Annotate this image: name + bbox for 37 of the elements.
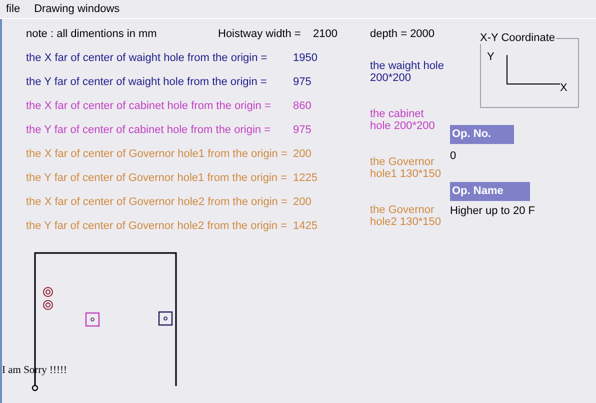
x-axis-label: X [560, 82, 568, 94]
dimension-value: 1950 [293, 52, 318, 64]
dimension-label: the X far of center of Governor hole1 from the origin = [26, 148, 288, 160]
weight-hole [158, 311, 173, 326]
y-axis-label: Y [487, 51, 494, 63]
op-name-value: Higher up to 20 F [450, 205, 535, 217]
note-text: note : all dimentions in mm [26, 28, 158, 40]
origin-marker [32, 384, 38, 392]
op-no-header: Op. No. [450, 125, 514, 144]
menu-item[interactable]: file [6, 3, 20, 15]
dimension-label: the X far of center of Governor hole2 from the origin = [26, 196, 288, 208]
hole-note: the cabinet hole 200*200 [370, 107, 436, 134]
cabinet-hole [85, 312, 100, 327]
dimension-value: 975 [293, 124, 312, 136]
coordinate-title: X-Y Coordinate [479, 32, 556, 44]
dimension-label: the X far of center of waight hole from the origin = [26, 52, 268, 64]
depth-text: depth = 2000 [370, 28, 435, 40]
dimension-value: 975 [293, 76, 312, 88]
hole-note: the Governor hole2 130*150 [370, 203, 442, 230]
dimension-value: 1425 [293, 220, 318, 232]
hoistway-width-value: 2100 [313, 28, 338, 40]
dimension-label: the Y far of center of Governor hole2 from the origin = [26, 220, 287, 232]
dimension-label: the Y far of center of cabinet hole from the origin = [26, 124, 270, 136]
menu-item[interactable]: Drawing windows [34, 3, 120, 15]
dimension-value: 860 [293, 100, 312, 112]
hole-note: the waight hole 200*200 [370, 59, 445, 86]
hole-note: the Governor hole1 130*150 [370, 155, 442, 182]
dimension-value: 1225 [293, 172, 318, 184]
dimension-label: the Y far of center of Governor hole1 from the origin = [26, 172, 287, 184]
dimension-label: the X far of center of cabinet hole from the origin = [26, 100, 271, 112]
axis-drawing [506, 55, 560, 85]
op-no-value: 0 [450, 150, 456, 162]
hoistway-width-label: Hoistway width = [218, 28, 302, 40]
dimension-label: the Y far of center of waight hole from the origin = [26, 76, 267, 88]
dimension-value: 200 [293, 196, 312, 208]
dimension-value: 200 [293, 148, 312, 160]
op-name-header: Op. Name [450, 182, 530, 201]
